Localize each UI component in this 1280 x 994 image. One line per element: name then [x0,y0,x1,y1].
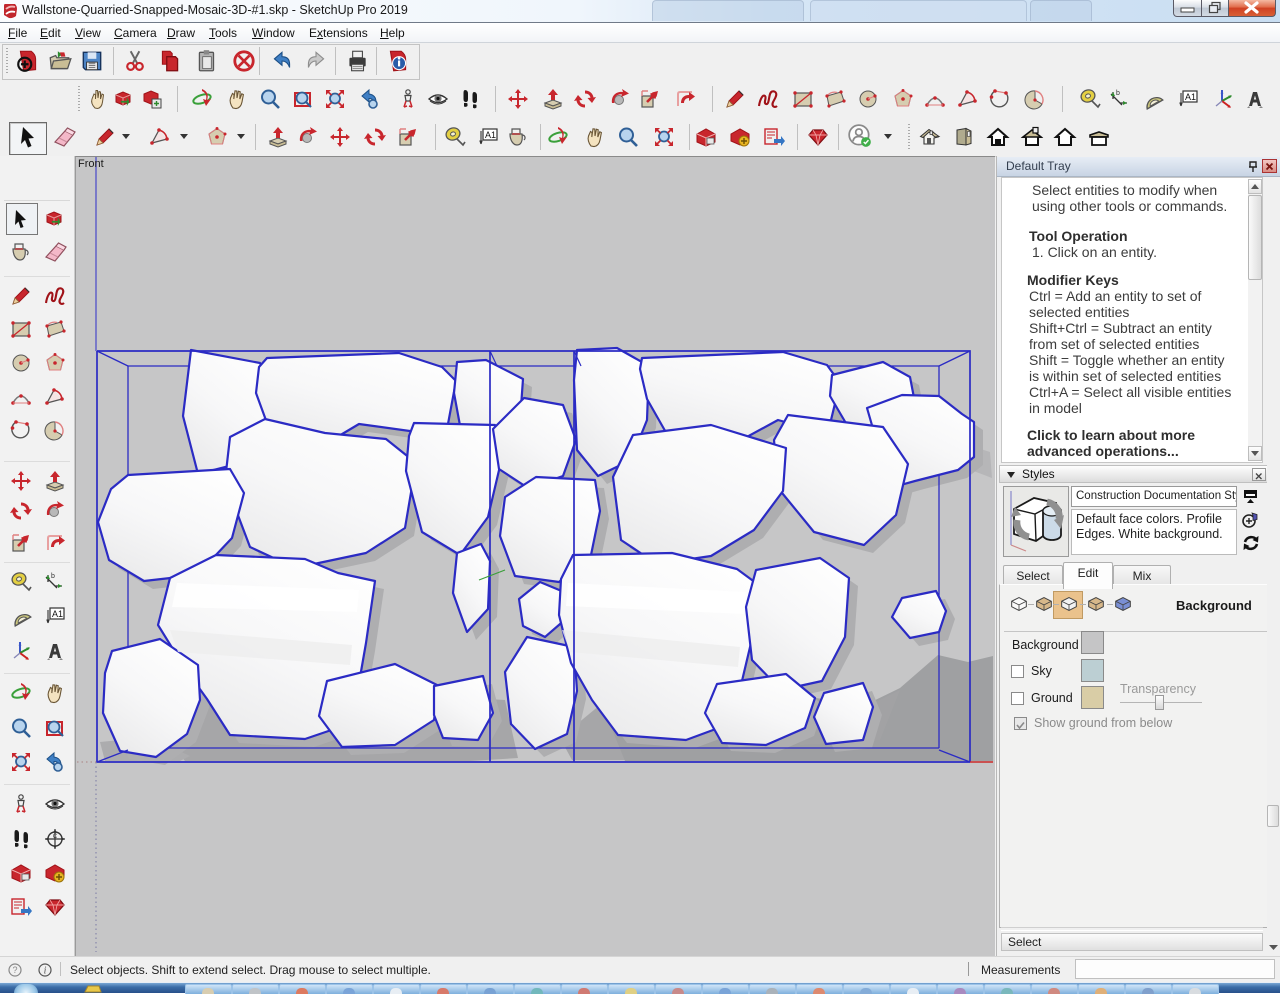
svg-text:?: ? [12,965,17,975]
svg-text:A1: A1 [52,609,63,619]
svg-text:C: C [53,834,58,840]
svg-text:A1: A1 [485,130,496,140]
svg-text:A1: A1 [1185,92,1196,102]
svg-text:b: b [1116,90,1120,97]
svg-text:i: i [44,966,47,977]
svg-text:b: b [51,573,55,580]
